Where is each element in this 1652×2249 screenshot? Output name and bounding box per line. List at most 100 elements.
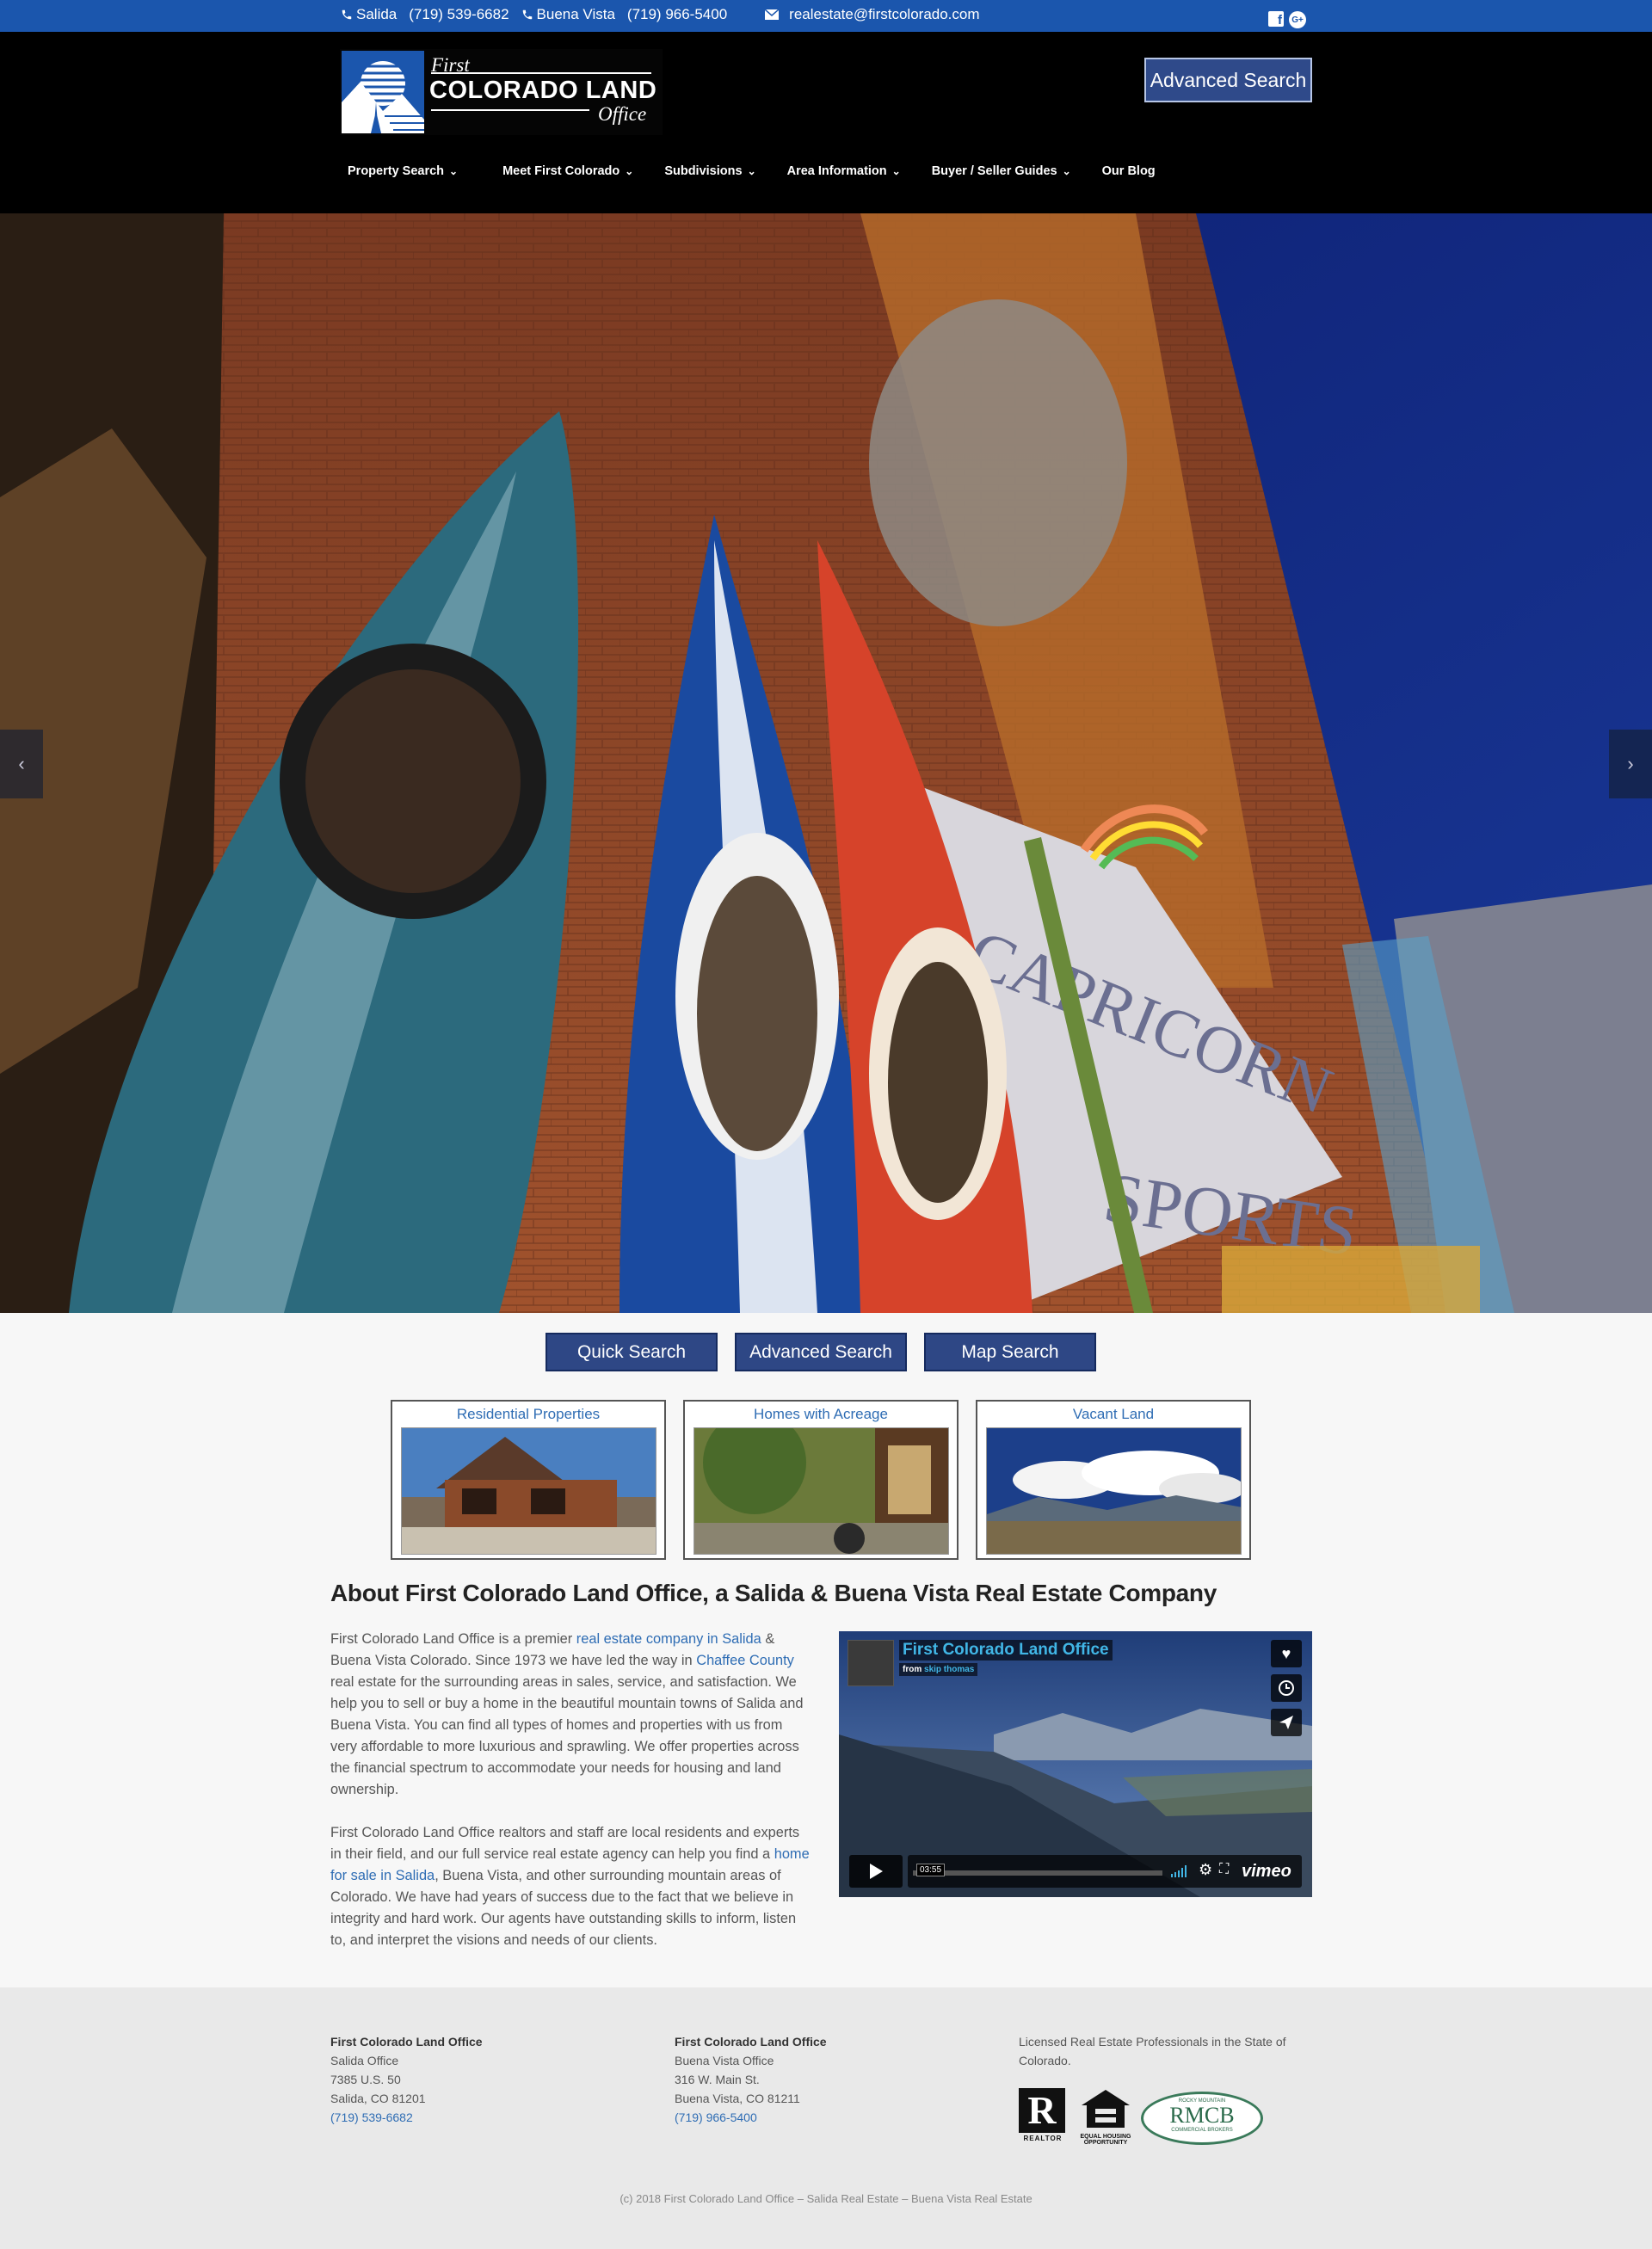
video-control-bar: 03:55 ⚙ ⛶ vimeo — [908, 1855, 1302, 1888]
office-company: First Colorado Land Office — [330, 2035, 483, 2049]
card-title[interactable]: Residential Properties — [392, 1406, 664, 1423]
salida-contact[interactable]: Salida (719) 539-6682 — [341, 6, 509, 23]
p1-text-c: real estate for the surrounding areas in… — [330, 1674, 804, 1797]
office-company: First Colorado Land Office — [675, 2035, 827, 2049]
settings-icon[interactable]: ⚙ — [1199, 1861, 1212, 1879]
acreage-photo[interactable] — [693, 1427, 949, 1555]
office-phone-link[interactable]: (719) 539-6682 — [330, 2110, 413, 2124]
nav-buyer-seller-guides[interactable]: Buyer / Seller Guides ⌄ — [932, 164, 1071, 178]
eho-line-1: EQUAL HOUSING — [1080, 2134, 1131, 2140]
category-card-vacant-land[interactable]: Vacant Land — [976, 1400, 1251, 1560]
chevron-down-icon: ⌄ — [891, 165, 901, 177]
card-title[interactable]: Homes with Acreage — [685, 1406, 957, 1423]
link-real-estate-company[interactable]: real estate company in Salida — [576, 1631, 761, 1647]
facebook-icon[interactable]: f — [1268, 11, 1284, 27]
category-card-residential[interactable]: Residential Properties — [391, 1400, 666, 1560]
vimeo-logo[interactable]: vimeo — [1242, 1862, 1291, 1882]
advanced-search-button-main[interactable]: Advanced Search — [735, 1333, 907, 1371]
logo-rule — [431, 72, 651, 74]
play-icon — [870, 1864, 883, 1879]
advanced-search-button[interactable]: Advanced Search — [1144, 58, 1312, 102]
social-links: f G+ — [1268, 11, 1306, 28]
equal-housing-logo: EQUAL HOUSING OPPORTUNITY — [1077, 2088, 1134, 2146]
nav-label: Property Search — [348, 164, 445, 178]
vimeo-video-player[interactable]: First Colorado Land Office from skip tho… — [839, 1631, 1312, 1897]
card-title[interactable]: Vacant Land — [977, 1406, 1249, 1423]
nav-label: Meet First Colorado — [502, 164, 620, 178]
like-button[interactable]: ♥ — [1271, 1640, 1302, 1667]
heart-icon: ♥ — [1281, 1644, 1291, 1662]
video-controls: 03:55 ⚙ ⛶ vimeo — [849, 1855, 1302, 1888]
volume-icon[interactable] — [1171, 1865, 1190, 1877]
video-title[interactable]: First Colorado Land Office — [899, 1640, 1113, 1661]
salida-phone[interactable]: (719) 539-6682 — [409, 6, 509, 23]
slider-next-button[interactable]: › — [1609, 730, 1652, 798]
video-byline: from skip thomas — [899, 1663, 978, 1676]
realtor-label: REALTOR — [1023, 2135, 1063, 2142]
video-identity: First Colorado Land Office from skip tho… — [848, 1640, 1113, 1686]
logo-mountain-icon — [342, 51, 424, 133]
video-author[interactable]: skip thomas — [924, 1665, 974, 1674]
house-icon — [1082, 2090, 1130, 2128]
top-contact-bar: Salida (719) 539-6682 Buena Vista (719) … — [0, 0, 1652, 32]
nav-meet-first-colorado[interactable]: Meet First Colorado ⌄ — [502, 164, 633, 178]
site-header: First COLORADO LAND Office Advanced Sear… — [0, 32, 1652, 213]
email-address[interactable]: realestate@firstcolorado.com — [789, 6, 979, 23]
nav-label: Our Blog — [1101, 164, 1156, 178]
email-contact[interactable]: realestate@firstcolorado.com — [765, 6, 980, 23]
progress-track[interactable]: 03:55 — [913, 1864, 1162, 1876]
footer-badges: R REALTOR EQUAL HOUSING OPPORTUNITY ROCK… — [1019, 2088, 1263, 2146]
p1-text-a: First Colorado Land Office is a premier — [330, 1631, 576, 1647]
chevron-down-icon: ⌄ — [449, 165, 459, 177]
watch-later-button[interactable] — [1271, 1674, 1302, 1702]
slider-prev-button[interactable]: ‹ — [0, 730, 43, 798]
logo-office: Office — [598, 103, 647, 125]
office-street: 316 W. Main St. — [675, 2073, 760, 2086]
buena-vista-phone[interactable]: (719) 966-5400 — [627, 6, 727, 23]
office-name: Buena Vista Office — [675, 2054, 774, 2067]
buena-vista-contact[interactable]: Buena Vista (719) 966-5400 — [521, 6, 727, 23]
site-logo[interactable]: First COLORADO LAND Office — [340, 49, 663, 135]
eho-line-2: OPPORTUNITY — [1083, 2140, 1128, 2146]
p2-text-a: First Colorado Land Office realtors and … — [330, 1825, 800, 1862]
envelope-icon — [765, 9, 780, 20]
residential-photo[interactable] — [401, 1427, 656, 1555]
link-chaffee-county[interactable]: Chaffee County — [696, 1653, 794, 1668]
about-paragraph-1: First Colorado Land Office is a premier … — [330, 1629, 812, 1801]
nav-area-information[interactable]: Area Information ⌄ — [787, 164, 901, 178]
contact-list: Salida (719) 539-6682 Buena Vista (719) … — [341, 6, 992, 23]
chevron-down-icon: ⌄ — [1062, 165, 1071, 177]
footer-salida-office: First Colorado Land Office Salida Office… — [330, 2032, 483, 2127]
category-card-acreage[interactable]: Homes with Acreage — [683, 1400, 959, 1560]
salida-label: Salida — [356, 6, 398, 22]
copyright-text: (c) 2018 First Colorado Land Office – Sa… — [620, 2192, 1032, 2205]
phone-icon — [342, 9, 352, 20]
play-button[interactable] — [849, 1855, 903, 1888]
office-phone-link[interactable]: (719) 966-5400 — [675, 2110, 757, 2124]
nav-label: Area Information — [786, 164, 887, 178]
office-city: Salida, CO 81201 — [330, 2092, 426, 2105]
main-nav: Property Search ⌄ Meet First Colorado ⌄ Su… — [348, 164, 1156, 178]
paper-plane-icon — [1279, 1716, 1293, 1729]
nav-property-search[interactable]: Property Search ⌄ — [348, 164, 458, 178]
office-city: Buena Vista, CO 81211 — [675, 2092, 800, 2105]
nav-subdivisions[interactable]: Subdivisions ⌄ — [664, 164, 755, 178]
logo-main: COLORADO LAND — [429, 77, 657, 104]
rmcb-bottom: COMMERCIAL BROKERS — [1171, 2128, 1233, 2133]
about-heading: About First Colorado Land Office, a Sali… — [330, 1580, 1217, 1606]
hero-kayak-photo: CAPRICORN SPORTS — [0, 213, 1652, 1313]
nav-our-blog[interactable]: Our Blog — [1102, 164, 1156, 178]
fullscreen-icon[interactable]: ⛶ — [1219, 1862, 1229, 1877]
google-plus-icon[interactable]: G+ — [1289, 11, 1306, 28]
map-search-button[interactable]: Map Search — [924, 1333, 1096, 1371]
office-street: 7385 U.S. 50 — [330, 2073, 401, 2086]
rmcb-logo: ROCKY MOUNTAIN RMCB COMMERCIAL BROKERS — [1141, 2092, 1263, 2145]
from-label: from — [903, 1665, 922, 1674]
footer-licensed-text: Licensed Real Estate Professionals in th… — [1019, 2035, 1286, 2067]
vacant-land-photo[interactable] — [986, 1427, 1242, 1555]
author-avatar[interactable] — [848, 1640, 894, 1686]
quick-search-button[interactable]: Quick Search — [546, 1333, 718, 1371]
phone-icon — [522, 9, 532, 20]
share-button[interactable] — [1271, 1709, 1302, 1736]
footer-buena-vista-office: First Colorado Land Office Buena Vista O… — [675, 2032, 827, 2127]
